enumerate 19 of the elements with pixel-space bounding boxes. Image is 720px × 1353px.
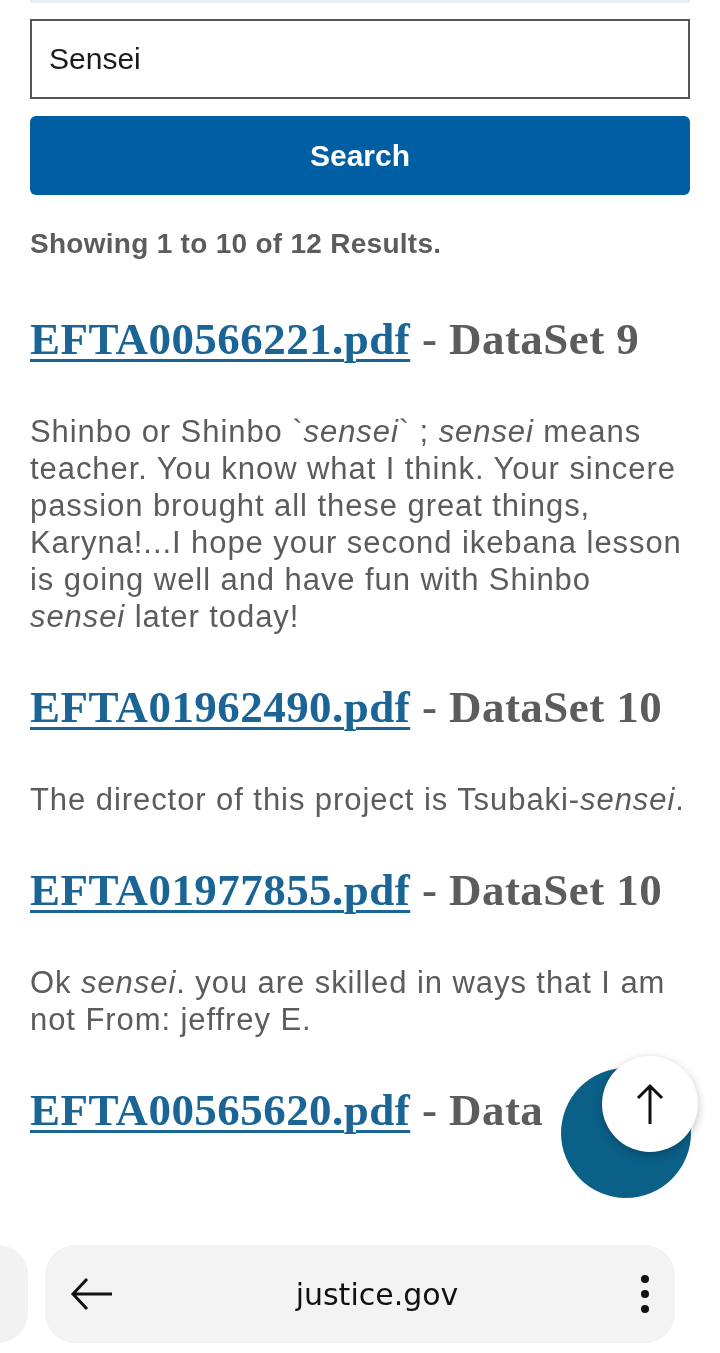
url-text[interactable]: justice.gov: [114, 1271, 640, 1317]
back-to-top-button[interactable]: [561, 1056, 698, 1198]
dataset-label: - Data: [421, 1085, 544, 1135]
back-icon[interactable]: [70, 1277, 114, 1311]
search-field[interactable]: Sensei: [30, 19, 690, 99]
file-link[interactable]: EFTA00565620.pdf: [30, 1085, 411, 1135]
result-snippet: The director of this project is Tsubaki-sensei.: [30, 781, 686, 818]
results-summary: Showing 1 to 10 of 12 Results.: [30, 228, 443, 260]
file-link[interactable]: EFTA00566221.pdf: [30, 314, 411, 364]
arrow-up-icon: [635, 1083, 665, 1125]
file-link[interactable]: EFTA01962490.pdf: [30, 682, 411, 732]
file-link[interactable]: EFTA01977855.pdf: [30, 865, 411, 915]
result-snippet: Ok sensei. you are skilled in ways that I am not From: jeffrey E.: [30, 964, 667, 1038]
dataset-label: - DataSet 9: [421, 314, 640, 364]
more-icon[interactable]: [640, 1274, 650, 1314]
dataset-label: - DataSet 10: [421, 682, 663, 732]
search-button[interactable]: Search: [30, 116, 690, 195]
result-snippet: Shinbo or Shinbo `sensei` ; sensei means teacher. You know what I think. Your sincere passion brought all these great things, Karyna!...I hope your second ikebana lesson is going well and have fun with Shinbo sensei later today!: [30, 413, 683, 635]
dataset-label: - DataSet 10: [421, 865, 663, 915]
